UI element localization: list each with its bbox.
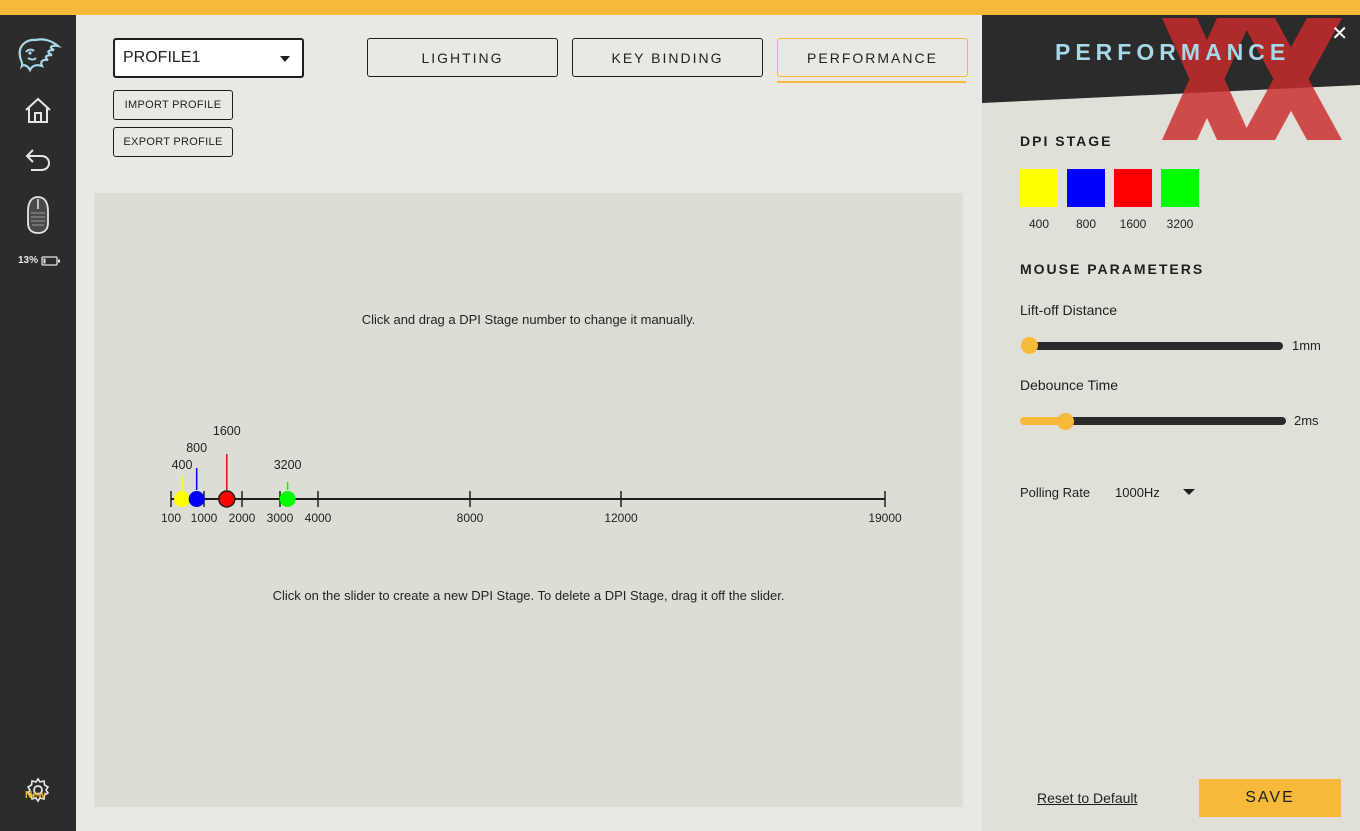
slider-tick-label: 2000 xyxy=(229,511,256,525)
liftoff-track[interactable] xyxy=(1029,342,1283,350)
export-profile-button[interactable]: EXPORT PROFILE xyxy=(113,127,233,157)
dpi-stage-label[interactable]: 1600 xyxy=(213,424,241,438)
close-icon[interactable]: ✕ xyxy=(1331,21,1348,46)
slider-tick-label: 12000 xyxy=(604,511,638,525)
tab-lighting[interactable]: LIGHTING xyxy=(367,38,558,77)
dpi-swatch-label: 1600 xyxy=(1119,217,1147,231)
import-profile-button[interactable]: IMPORT PROFILE xyxy=(113,90,233,120)
active-tab-indicator xyxy=(777,81,966,83)
left-sidebar: 13% New xyxy=(0,15,76,831)
slider-tick-label: 19000 xyxy=(868,511,902,525)
debounce-value: 2ms xyxy=(1294,413,1319,428)
dpi-stage-marker[interactable] xyxy=(174,491,190,507)
polling-rate-label: Polling Rate xyxy=(1020,485,1091,500)
slider-tick-label: 3000 xyxy=(267,511,294,525)
save-button[interactable]: SAVE xyxy=(1199,779,1341,817)
profile-select[interactable]: PROFILE1 xyxy=(113,38,304,78)
dpi-swatch-label: 400 xyxy=(1028,217,1050,231)
liftoff-slider-thumb[interactable] xyxy=(1021,337,1038,354)
dpi-swatch[interactable] xyxy=(1020,169,1058,207)
dpi-swatch-label: 3200 xyxy=(1166,217,1194,231)
profile-select-value: PROFILE1 xyxy=(123,49,201,66)
instruction-bottom: Click on the slider to create a new DPI … xyxy=(272,588,785,603)
dpi-stage-label[interactable]: 800 xyxy=(186,441,207,455)
tab-key-binding[interactable]: KEY BINDING xyxy=(572,38,763,77)
slider-tick-label: 100 xyxy=(161,511,181,525)
dpi-swatch[interactable] xyxy=(1114,169,1152,207)
new-badge: New xyxy=(25,790,46,801)
liftoff-label: Lift-off Distance xyxy=(1020,302,1118,318)
dpi-stage-title: DPI STAGE xyxy=(1020,133,1113,149)
tab-performance[interactable]: PERFORMANCE xyxy=(777,38,968,77)
panel-title: PERFORMANCE xyxy=(1055,39,1291,65)
dpi-slider-panel: Click and drag a DPI Stage number to cha… xyxy=(94,193,963,807)
right-panel: PERFORMANCE ✕ DPI STAGE 400 800 1600 3200 M… xyxy=(982,15,1360,831)
reset-to-default-link[interactable]: Reset to Default xyxy=(1037,790,1137,806)
top-accent-bar xyxy=(0,0,1360,15)
mouse-icon[interactable] xyxy=(0,193,76,237)
back-arrow-icon[interactable] xyxy=(0,142,76,176)
dpi-stage-marker[interactable] xyxy=(218,490,236,508)
slider-tick-label: 8000 xyxy=(457,511,484,525)
polling-rate-select[interactable]: 1000Hz xyxy=(1115,485,1160,500)
debounce-label: Debounce Time xyxy=(1020,377,1119,393)
chevron-down-icon xyxy=(280,56,290,62)
dpi-stage-label[interactable]: 3200 xyxy=(274,458,302,472)
liftoff-value: 1mm xyxy=(1292,338,1321,353)
home-icon[interactable] xyxy=(0,93,76,127)
battery-status: 13% xyxy=(18,255,61,266)
chevron-down-icon[interactable] xyxy=(1183,489,1195,495)
dpi-slider[interactable]: 100 1000 2000 3000 4000 8000 12000 19000 400 800 1… xyxy=(94,193,963,807)
mouse-parameters-title: MOUSE PARAMETERS xyxy=(1020,261,1205,277)
dpi-swatch-label: 800 xyxy=(1075,217,1097,231)
slider-tick-label: 4000 xyxy=(305,511,332,525)
lion-logo-icon[interactable] xyxy=(0,35,76,75)
slider-tick-label: 1000 xyxy=(191,511,218,525)
battery-percent: 13% xyxy=(18,255,39,266)
dpi-stage-marker[interactable] xyxy=(188,491,205,507)
dpi-swatch[interactable] xyxy=(1161,169,1199,207)
main-content: PROFILE1 IMPORT PROFILE EXPORT PROFILE L… xyxy=(76,15,982,831)
battery-icon xyxy=(41,255,61,266)
dpi-stage-label[interactable]: 400 xyxy=(172,458,193,472)
debounce-slider-thumb[interactable] xyxy=(1056,413,1074,430)
dpi-stage-marker[interactable] xyxy=(279,491,296,507)
dpi-swatch[interactable] xyxy=(1067,169,1105,207)
